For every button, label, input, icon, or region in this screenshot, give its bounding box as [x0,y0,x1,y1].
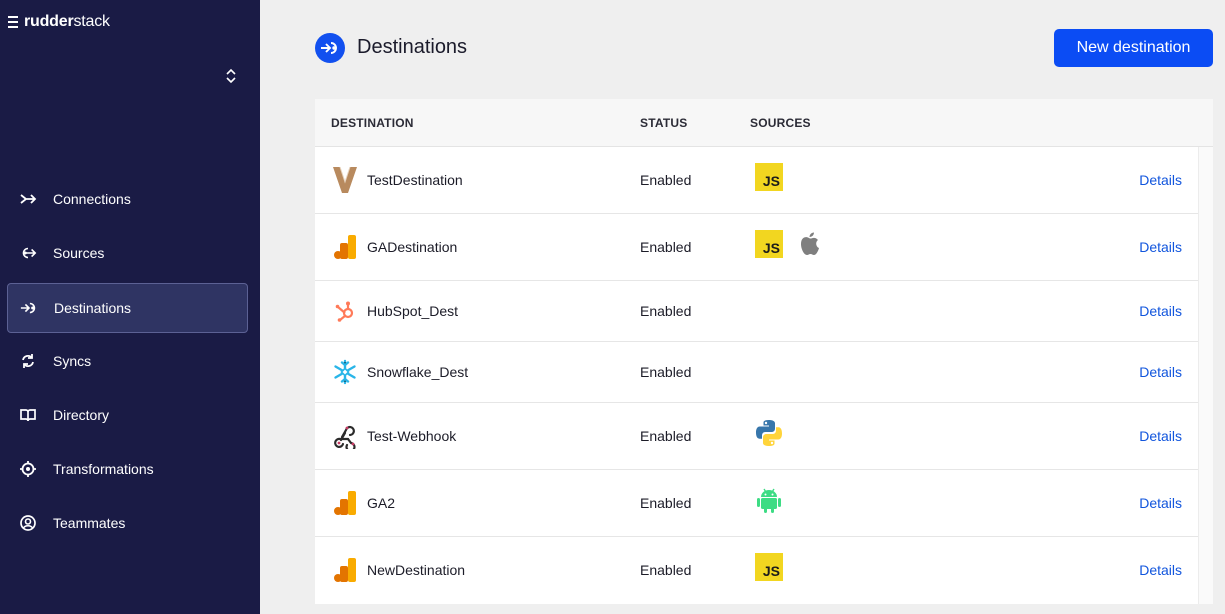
table-row[interactable]: GADestination Enabled JS Details [315,214,1198,281]
destination-name: Snowflake_Dest [367,364,469,380]
javascript-icon: JS [755,230,783,258]
workspace-switcher-icon[interactable] [224,67,238,85]
brand-logo[interactable]: rudderstack [8,13,110,31]
destinations-icon [315,33,345,63]
source-icons: JS [755,553,783,581]
destination-name: GADestination [367,239,458,255]
details-link[interactable]: Details [1139,428,1182,444]
source-icons [755,486,783,514]
destination-name: Test-Webhook [367,428,457,444]
status-text: Enabled [640,303,692,319]
table-row[interactable]: HubSpot_Dest Enabled Details [315,281,1198,342]
sidebar-item-label: Destinations [54,300,132,316]
source-icons: JS [755,230,823,258]
directory-icon [19,406,37,424]
apple-icon [801,232,819,255]
destination-name: TestDestination [367,172,463,188]
page-title: Destinations [357,36,468,58]
snowflake-icon [331,358,359,386]
details-link[interactable]: Details [1139,364,1182,380]
sidebar-item-destinations[interactable]: Destinations [7,283,248,333]
sidebar-item-label: Syncs [53,353,92,369]
sidebar-item-directory[interactable]: Directory [7,390,248,440]
status-text: Enabled [640,239,692,255]
sidebar-item-transformations[interactable]: Transformations [7,444,248,494]
sidebar-item-label: Teammates [53,515,126,531]
destinations-icon [20,299,38,317]
destination-name: NewDestination [367,562,466,578]
sources-icon [19,244,37,262]
google-analytics-icon [331,233,359,261]
javascript-icon: JS [755,163,783,191]
table-row[interactable]: GA2 Enabled Details [315,470,1198,537]
destination-name: HubSpot_Dest [367,303,459,319]
column-header-status[interactable]: STATUS [640,116,687,130]
column-header-destination[interactable]: DESTINATION [331,116,414,130]
status-text: Enabled [640,428,692,444]
brand-name-light: stack [73,13,110,30]
destination-name: GA2 [367,495,396,511]
syncs-icon [19,352,37,370]
status-text: Enabled [640,495,692,511]
source-icons: JS [755,163,783,191]
python-icon [756,420,782,446]
google-analytics-icon [331,556,359,584]
status-text: Enabled [640,562,692,578]
sidebar-item-connections[interactable]: Connections [7,174,248,224]
main-content: Destinations New destination DESTINATION… [260,0,1225,614]
rudderstack-logo-icon [8,16,18,28]
teammates-icon [19,514,37,532]
webhook-icon [331,422,359,450]
sidebar-item-teammates[interactable]: Teammates [7,498,248,548]
connections-icon [19,190,37,208]
details-link[interactable]: Details [1139,172,1182,188]
table-header: DESTINATION STATUS SOURCES [315,99,1213,147]
table-row[interactable]: Test-Webhook Enabled Details [315,403,1198,470]
hubspot-icon [331,297,359,325]
status-text: Enabled [640,172,692,188]
vercel-v-icon [331,166,359,194]
javascript-icon: JS [755,553,783,581]
details-link[interactable]: Details [1139,303,1182,319]
column-header-sources[interactable]: SOURCES [750,116,811,130]
table-row[interactable]: Snowflake_Dest Enabled Details [315,342,1198,403]
sidebar: rudderstack Connections Sources Destinat… [0,0,260,614]
source-icons [755,419,783,447]
sidebar-item-sources[interactable]: Sources [7,228,248,278]
sidebar-item-label: Connections [53,191,131,207]
status-text: Enabled [640,364,692,380]
android-icon [757,488,781,513]
details-link[interactable]: Details [1139,239,1182,255]
sidebar-item-label: Transformations [53,461,154,477]
destinations-table: DESTINATION STATUS SOURCES TestDestinati… [315,99,1213,604]
brand-name-bold: rudder [24,13,74,30]
sidebar-item-label: Sources [53,245,105,261]
table-row[interactable]: TestDestination Enabled JS Details [315,147,1198,214]
sidebar-item-label: Directory [53,407,110,423]
sidebar-item-syncs[interactable]: Syncs [7,336,248,386]
table-scrollbar[interactable] [1198,147,1213,604]
details-link[interactable]: Details [1139,562,1182,578]
new-destination-button[interactable]: New destination [1054,29,1213,67]
transformations-icon [19,460,37,478]
table-row[interactable]: NewDestination Enabled JS Details [315,537,1198,604]
google-analytics-icon [331,489,359,517]
details-link[interactable]: Details [1139,495,1182,511]
